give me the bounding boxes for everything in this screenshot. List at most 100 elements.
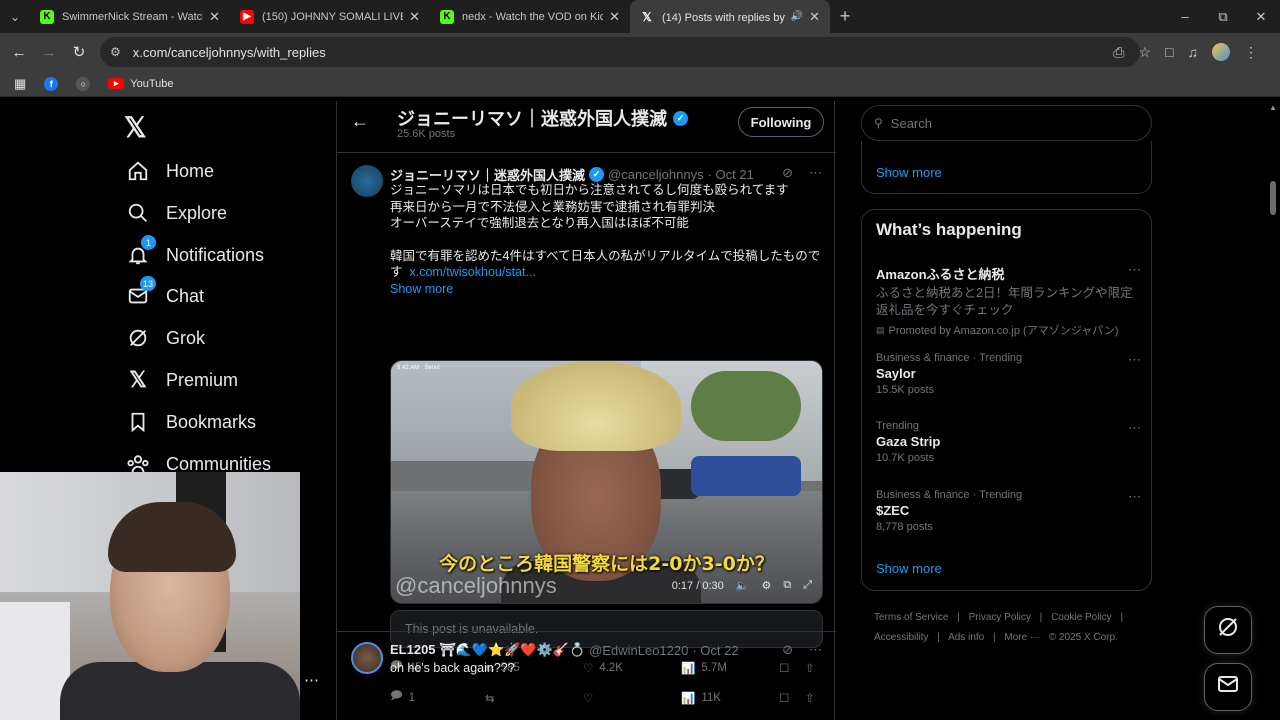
footer-link-more[interactable]: More ··· (1004, 632, 1040, 643)
profile-post-count: 25.6K posts (397, 128, 456, 140)
promoted-trend[interactable]: Amazonふるさと納税 ふるさと納税あと2日！年間ランキングや限定 返礼品を今… (876, 262, 1141, 338)
tweet-date[interactable]: · Oct 21 (708, 167, 754, 182)
repost-icon: ⇆ (485, 692, 495, 705)
bookmark-facebook[interactable]: f (44, 76, 59, 91)
show-more-link[interactable]: Show more (876, 561, 942, 576)
following-button[interactable]: Following (738, 107, 824, 137)
more-icon[interactable]: ⋯ (1128, 489, 1141, 505)
grok-fab-button[interactable] (1204, 606, 1252, 654)
site-info-icon[interactable]: ⚙ (110, 45, 121, 59)
menu-icon[interactable]: ⋮ (1244, 44, 1258, 61)
tab-search-chevron-icon[interactable]: ⌄ (0, 0, 30, 33)
account-more-icon[interactable]: ⋯ (304, 671, 319, 689)
tweet-line: ジョニーソマリは日本でも初日から注意されてるし何度も殴られてます (390, 183, 789, 197)
trend-item[interactable]: Trending Gaza Strip 10.7K posts ⋯ (876, 420, 1141, 464)
views-button[interactable]: 📊 11K (681, 691, 779, 705)
browser-tab-2[interactable]: ▶ (150) JOHNNY SOMALI LIVE FR ✕ (230, 0, 430, 33)
nav-notifications[interactable]: 1 Notifications (124, 235, 264, 269)
grok-icon[interactable]: ⊘ (782, 165, 793, 181)
author-handle[interactable]: @canceljohnnys (608, 167, 704, 182)
page-scrollbar[interactable]: ▲ (1266, 101, 1280, 720)
grok-icon[interactable]: ⊘ (782, 642, 793, 658)
scroll-up-icon[interactable]: ▲ (1269, 103, 1277, 112)
speaker-icon[interactable]: 🔊 (791, 11, 803, 22)
apps-grid-icon[interactable]: ▦ (14, 76, 26, 92)
more-icon[interactable]: ⋯ (1128, 352, 1141, 368)
avatar[interactable] (351, 165, 383, 197)
messages-fab-button[interactable] (1204, 663, 1252, 711)
close-window-icon[interactable]: ✕ (1242, 0, 1280, 33)
restore-icon[interactable]: ⧉ (1204, 0, 1242, 33)
close-icon[interactable]: ✕ (209, 9, 220, 25)
close-icon[interactable]: ✕ (609, 9, 620, 25)
footer-link-cookie[interactable]: Cookie Policy (1051, 612, 1112, 623)
browser-tab-4-active[interactable]: 𝕏 (14) Posts with replies by ジ 🔊 ✕ (630, 0, 830, 33)
bell-icon: 1 (124, 235, 156, 269)
share-button[interactable]: ⇧ (805, 691, 815, 705)
settings-icon[interactable]: ⚙ (761, 579, 771, 592)
pip-icon[interactable]: ⧉ (783, 579, 791, 592)
x-logo-icon[interactable]: 𝕏 (124, 111, 147, 144)
trend-item[interactable]: Business & finance · Trending Saylor 15.… (876, 352, 1141, 396)
bookmark-youtube[interactable]: ▸ YouTube (108, 78, 174, 90)
media-control-icon[interactable]: ♫ (1188, 44, 1199, 60)
trend-name: $ZEC (876, 503, 910, 518)
fullscreen-icon[interactable]: ⤢ (803, 579, 812, 592)
bookmark-globe[interactable]: ○ (76, 76, 91, 91)
nav-grok[interactable]: Grok (124, 324, 205, 352)
more-icon[interactable]: ⋯ (1128, 262, 1141, 278)
tweet-date[interactable]: · Oct 22 (692, 643, 738, 658)
footer-link-terms[interactable]: Terms of Service (874, 612, 948, 623)
nav-bookmarks[interactable]: Bookmarks (124, 408, 256, 436)
more-icon[interactable]: ⋯ (1128, 420, 1141, 436)
tweet-video[interactable]: 9:42 AM · Seoul 今のところ韓国警察には2-0か3-0か？ @ca… (390, 360, 823, 604)
show-more-link[interactable]: Show more (876, 165, 942, 180)
more-icon[interactable]: ⋯ (809, 165, 822, 181)
back-icon[interactable]: ← (4, 37, 34, 67)
search-input[interactable]: ⚲ Search (861, 105, 1152, 141)
tweet[interactable]: EL1205 ⛩🌊💙⭐🚀❤️⚙️🎸💍 @EdwinLeo1220 · Oct 2… (337, 632, 836, 720)
author-handle[interactable]: @EdwinLeo1220 (589, 643, 688, 658)
minimize-icon[interactable]: – (1166, 0, 1204, 33)
more-icon[interactable]: ⋯ (809, 642, 822, 658)
tweet-link[interactable]: x.com/twisokhou/stat... (409, 265, 535, 279)
forward-icon[interactable]: → (34, 37, 64, 67)
footer-link-privacy[interactable]: Privacy Policy (969, 612, 1031, 623)
reload-icon[interactable]: ↻ (64, 37, 94, 67)
footer-link-ads[interactable]: Ads info (948, 632, 984, 643)
tweet-header: EL1205 ⛩🌊💙⭐🚀❤️⚙️🎸💍 @EdwinLeo1220 · Oct 2… (390, 642, 739, 658)
tweet[interactable]: ジョニーリマソ｜迷惑外国人撲滅 ✓ @canceljohnnys · Oct 2… (337, 153, 836, 675)
address-bar[interactable]: ⚙ x.com/canceljohnnys/with_replies (100, 37, 1140, 67)
tweet-text: oh he's back again??? (390, 661, 515, 675)
nav-chat[interactable]: 13 Chat (124, 276, 204, 310)
bookmark-button[interactable]: ☐ (779, 691, 805, 705)
back-arrow-icon[interactable]: ← (351, 111, 369, 132)
extensions-icon[interactable]: □ (1165, 44, 1173, 60)
show-more-link[interactable]: Show more (390, 281, 825, 298)
footer-separator: | (1120, 612, 1124, 623)
repost-button[interactable]: ⇆ (485, 691, 583, 705)
trend-item[interactable]: Business & finance · Trending $ZEC 8,778… (876, 489, 1141, 533)
nav-home[interactable]: Home (124, 157, 214, 185)
install-app-icon[interactable]: ⎙ (1113, 44, 1124, 61)
video-watermark: @canceljohnnys (395, 573, 557, 598)
bookmark-star-icon[interactable]: ☆ (1138, 44, 1151, 61)
verified-icon: ✓ (673, 110, 688, 126)
close-icon[interactable]: ✕ (809, 9, 820, 25)
nav-premium[interactable]: 𝕏 Premium (124, 366, 238, 394)
reply-button[interactable]: 🗩 1 (390, 688, 485, 707)
reply-icon: 🗩 (390, 690, 403, 702)
new-tab-button[interactable]: + (830, 0, 860, 33)
profile-avatar[interactable] (1212, 43, 1230, 61)
like-button[interactable]: ♡ (583, 691, 681, 705)
video-person-hair (511, 361, 681, 451)
footer-link-accessibility[interactable]: Accessibility (874, 632, 928, 643)
author-name[interactable]: EL1205 ⛩🌊💙⭐🚀❤️⚙️🎸💍 (390, 642, 585, 658)
nav-explore[interactable]: Explore (124, 199, 227, 227)
browser-tab-1[interactable]: K SwimmerNick Stream - Watch L ✕ (30, 0, 230, 33)
volume-icon[interactable]: 🔈 (736, 579, 750, 592)
scrollbar-thumb[interactable] (1270, 181, 1276, 215)
close-icon[interactable]: ✕ (409, 9, 420, 25)
avatar[interactable] (351, 642, 383, 674)
browser-tab-3[interactable]: K nedx - Watch the VOD on Kick ✕ (430, 0, 630, 33)
